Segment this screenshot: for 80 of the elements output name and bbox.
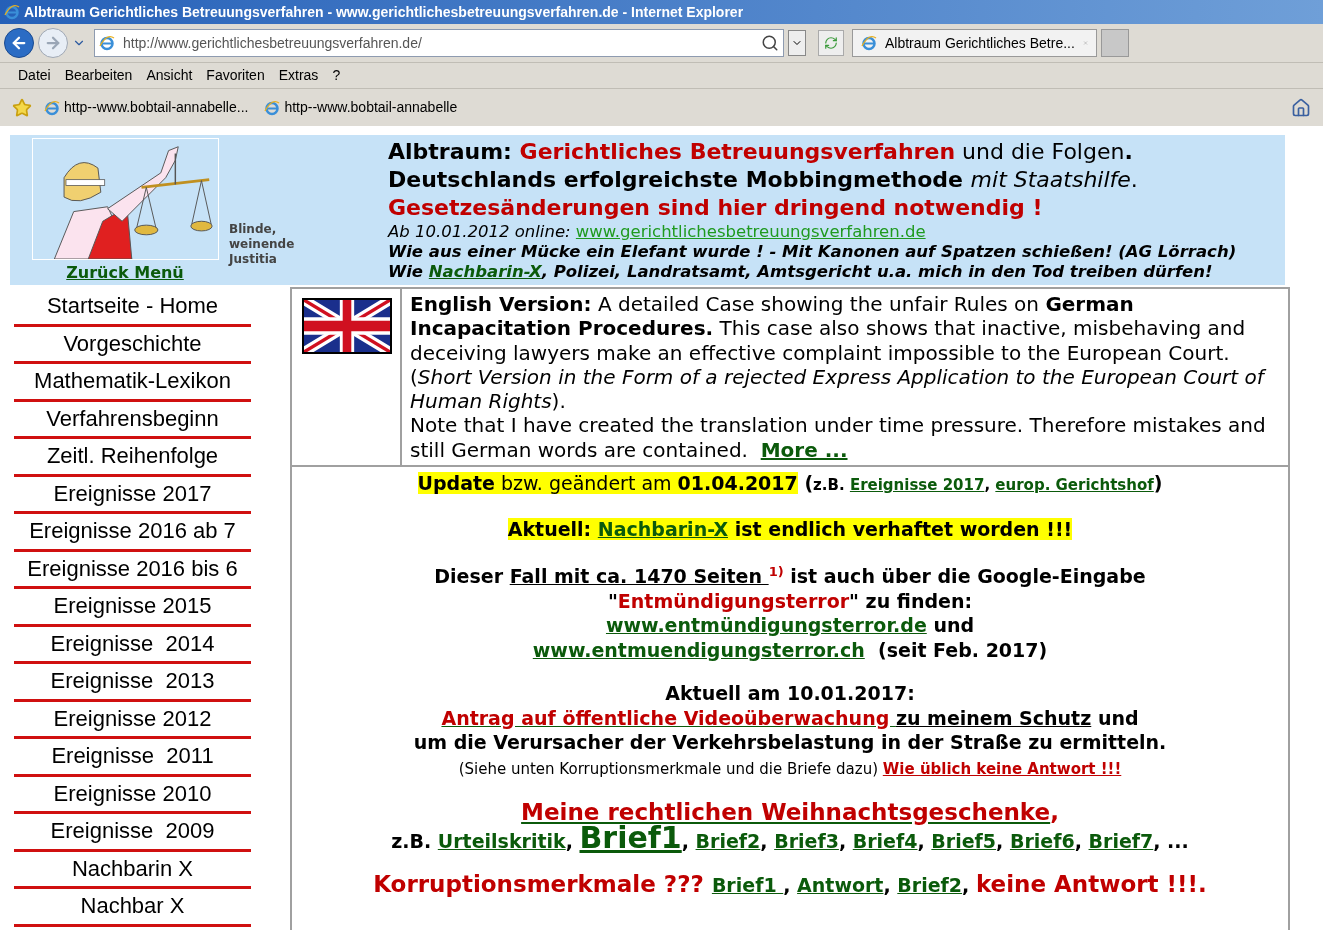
english-paragraph: Note that I have created the translation under time pressure. Therefore mistakes and still German words are contained. More ...	[410, 413, 1267, 463]
link[interactable]: www.entmuendigungsterror.ch	[532, 638, 865, 661]
link[interactable]: Fall mit ca. 1470 Seiten	[509, 565, 769, 588]
english-paragraph: English Version: A detailed Case showing the unfair Rules on German Incapacitation Procedures. This case also shows that inactive, misbehaving and deceiving lawyers make an effective complaint impossible to the European Court. (Short Version in the Form of a rejected Express Application to the European Court of Human Rights).	[410, 292, 1282, 414]
link[interactable]: Brief1	[711, 874, 784, 897]
home-icon[interactable]	[1291, 97, 1311, 118]
browser-icon	[264, 99, 281, 116]
window-title: Albtraum Gerichtliches Betreuungsverfahren - www.gerichtlichesbetreuungsverfahren.de - Internet Explorer	[24, 2, 744, 22]
link[interactable]: Wie üblich keine Antwort !!!	[882, 759, 1122, 778]
menu-item[interactable]: ?	[332, 65, 341, 86]
browser-icon	[44, 99, 60, 116]
news-paragraph: Aktuell am 10.01.2017: Antrag auf öffentliche Videoüberwachung zu meinem Schutz und um die Verursacher der Verkehrsbelastung in der Straße zu ermitteln. (Siehe unten Korruptionsmerkmale und die Briefe dazu) Wie üblich keine Antwort !!!	[412, 681, 1168, 780]
nav-link[interactable]: Ereignisse 2009	[14, 814, 251, 852]
link[interactable]: Brief2	[695, 829, 761, 852]
back-menu-link[interactable]: Zurück Menü	[66, 261, 184, 285]
link[interactable]: More ...	[760, 437, 848, 462]
link[interactable]: Brief5	[931, 829, 997, 852]
link[interactable]: europ. Gerichtshof	[995, 476, 1154, 494]
refresh-icon	[824, 36, 838, 50]
nav-link[interactable]: Ereignisse 2011	[14, 739, 251, 777]
menu-item[interactable]: Favoriten	[206, 65, 265, 86]
news-paragraph: Meine rechtlichen Weihnachtsgeschenke, z.B. Urteilskritik, Brief1, Brief2, Brief3, Brief4, Brief5, Brief6, Brief7, ...	[390, 800, 1190, 854]
news-paragraph: Korruptionsmerkmale ??? Brief1 , Antwort, Brief2, keine Antwort !!!.	[372, 872, 1208, 898]
link[interactable]: Antwort	[797, 874, 884, 897]
nav-link[interactable]: Ereignisse 2017	[14, 476, 251, 514]
nav-link[interactable]: Mathematik-Lexikon	[14, 364, 251, 402]
header-text: Wie aus einer Mücke ein Elefant wurde ! - Mit Kanonen auf Spatzen schießen! (AG Lörrach)	[388, 242, 1238, 262]
link[interactable]: Brief3	[774, 829, 839, 852]
link[interactable]: Brief7	[1088, 829, 1154, 852]
link[interactable]: zu meinem Schutz	[895, 706, 1092, 729]
header-text: Albtraum: Gerichtliches Betreuungsverfahren und die Folgen.	[388, 138, 1134, 166]
image-caption: Blinde, weinende Justitia	[229, 222, 295, 267]
back-button[interactable]	[4, 28, 34, 58]
nav-link[interactable]: Vorgeschichte	[14, 326, 251, 364]
favorites-star-icon[interactable]	[12, 97, 32, 118]
browser-icon	[861, 35, 877, 51]
browser-icon	[99, 35, 115, 51]
nav-link[interactable]: Zeitl. Reihenfolge	[14, 439, 251, 477]
nav-link[interactable]: Ereignisse 2015	[14, 589, 251, 627]
browser-tab[interactable]: Albtraum Gerichtliches Betre...	[852, 29, 1097, 57]
dropdown-button[interactable]	[788, 30, 806, 56]
search-icon[interactable]	[761, 34, 779, 52]
menu-item[interactable]: Extras	[278, 65, 319, 86]
nav-link[interactable]: Ereignisse 2012	[14, 701, 251, 739]
favorite-link[interactable]: http--www.bobtail-annabelle	[260, 97, 462, 118]
nav-link[interactable]: Ereignisse 2010	[14, 776, 251, 814]
header-text: Wie Nachbarin-X, Polizei, Landratsamt, Amtsgericht u.a. mich in den Tod treiben dürfen!	[388, 262, 1214, 282]
header-text: Gesetzesänderungen sind hier dringend notwendig !	[388, 194, 1044, 222]
link[interactable]: Urteilskritik	[437, 829, 566, 852]
link[interactable]: www.entmündigungsterror.de	[605, 614, 927, 637]
news-paragraph: Aktuell: Nachbarin-X ist endlich verhaftet worden !!!	[506, 516, 1074, 541]
link[interactable]: Brief6	[1009, 829, 1075, 852]
menu-item[interactable]: Datei	[18, 65, 51, 86]
nav-link[interactable]: Startseite - Home	[14, 289, 251, 327]
link[interactable]: Brief2	[897, 874, 963, 897]
menu-item[interactable]: Ansicht	[146, 65, 193, 86]
favorite-link[interactable]: http--www.bobtail-annabelle...	[40, 97, 253, 118]
nav-link[interactable]: Ereignisse 2016 bis 6	[14, 551, 251, 589]
nav-link[interactable]: Nachbarin X	[14, 851, 251, 889]
union-flag-icon	[302, 298, 392, 354]
link[interactable]: Antrag auf öffentliche Videoüberwachung	[441, 706, 896, 729]
nav-link[interactable]: Ereignisse 2016 ab 7	[14, 514, 251, 552]
link[interactable]: Brief4	[852, 829, 918, 852]
link[interactable]: Nachbarin-X	[597, 517, 729, 540]
header-text: Deutschlands erfolgreichste Mobbingmethode mit Staatshilfe.	[388, 166, 1139, 194]
nav-link[interactable]: Ereignisse 2014	[14, 626, 251, 664]
forward-arrow-icon	[44, 34, 62, 52]
new-tab-button[interactable]	[1101, 29, 1129, 57]
nav-link[interactable]: Verfahrensbeginn	[14, 401, 251, 439]
link[interactable]: Nachbarin-X	[428, 262, 542, 281]
address-field[interactable]: http://www.gerichtlichesbetreuungsverfahren.de/	[94, 29, 784, 57]
news-paragraph: Update bzw. geändert am 01.04.2017 (z.B. Ereignisse 2017, europ. Gerichtshof)	[416, 471, 1164, 496]
browser-icon	[4, 4, 20, 20]
header-text: Ab 10.01.2012 online: www.gerichtlichesbetreuungsverfahren.de	[388, 222, 927, 242]
refresh-button[interactable]	[818, 30, 844, 56]
nav-link[interactable]: Ereignisse 2013	[14, 664, 251, 702]
link[interactable]: Ereignisse 2017	[849, 476, 985, 494]
menu-item[interactable]: Bearbeiten	[64, 65, 133, 86]
news-paragraph: Dieser Fall mit ca. 1470 Seiten $^{1)}$ ist auch über die Google-Eingabe "Entmündigungsterror" zu finden: www.entmündigungsterror.de und www.entmuendigungsterror.ch (seit Feb. 2017)	[433, 563, 1147, 663]
nav-link[interactable]: Nachbar X	[14, 889, 251, 927]
